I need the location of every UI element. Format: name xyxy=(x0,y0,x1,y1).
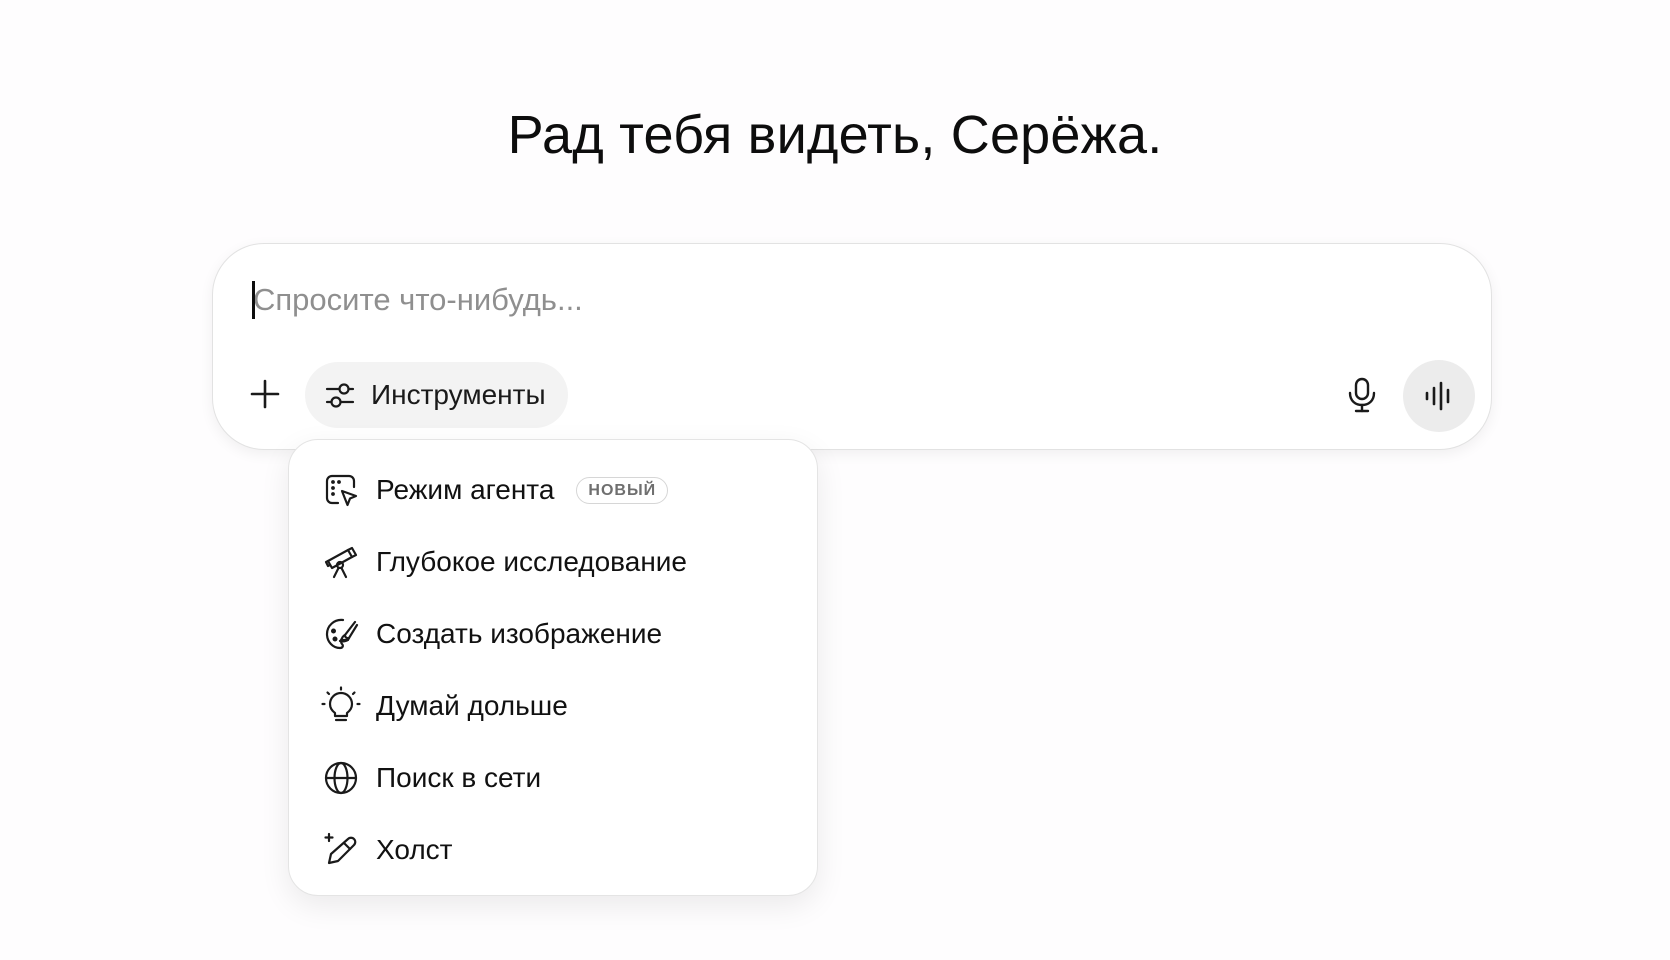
voice-waveform-icon xyxy=(1423,380,1455,412)
menu-item-label: Глубокое исследование xyxy=(376,546,687,577)
menu-item-web-search[interactable]: Поиск в сети xyxy=(289,742,817,814)
add-attachment-button[interactable] xyxy=(235,364,295,424)
voice-mode-button[interactable] xyxy=(1403,360,1475,432)
prompt-composer: Инструменты xyxy=(212,243,1492,450)
menu-item-label: Создать изображение xyxy=(376,618,663,649)
sliders-icon xyxy=(323,378,357,412)
telescope-icon xyxy=(321,542,361,582)
menu-item-create-image[interactable]: Создать изображение xyxy=(289,598,817,670)
menu-item-label: Холст xyxy=(376,834,453,865)
lightbulb-icon xyxy=(321,686,361,726)
pencil-sparkle-icon xyxy=(321,830,361,870)
menu-item-label: Поиск в сети xyxy=(376,762,542,793)
menu-item-think-longer[interactable]: Думай дольше xyxy=(289,670,817,742)
menu-item-canvas[interactable]: Холст xyxy=(289,814,817,886)
agent-cursor-icon xyxy=(321,470,361,510)
tools-button[interactable]: Инструменты xyxy=(305,362,568,428)
menu-item-label: Думай дольше xyxy=(376,690,568,721)
menu-item-deep-research[interactable]: Глубокое исследование xyxy=(289,526,817,598)
new-badge: НОВЫЙ xyxy=(576,476,669,504)
microphone-icon xyxy=(1345,376,1379,414)
microphone-button[interactable] xyxy=(1331,364,1393,426)
globe-icon xyxy=(321,758,361,798)
plus-icon xyxy=(249,378,281,410)
menu-item-agent-mode[interactable]: Режим агента НОВЫЙ xyxy=(289,454,817,526)
text-caret xyxy=(252,281,255,319)
tools-button-label: Инструменты xyxy=(371,379,546,410)
greeting-title: Рад тебя видеть, Серёжа. xyxy=(507,105,1163,165)
palette-icon xyxy=(321,614,361,654)
menu-item-label: Режим агента xyxy=(376,474,555,505)
tools-dropdown-menu: Режим агента НОВЫЙ Глубокое исследование xyxy=(288,439,818,896)
prompt-input[interactable] xyxy=(253,278,1433,322)
